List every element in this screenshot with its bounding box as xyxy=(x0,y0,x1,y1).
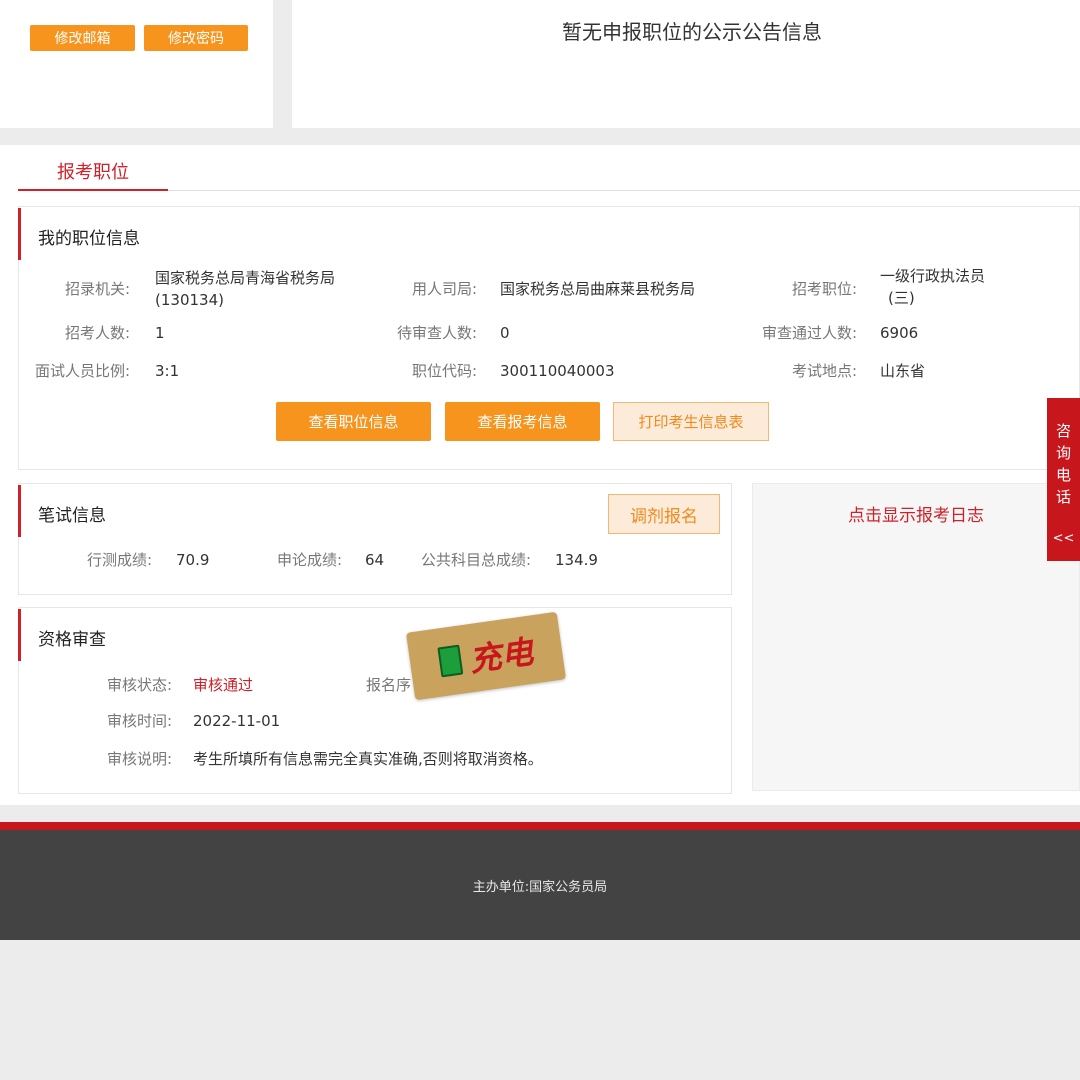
serial-number-label: 报名序 xyxy=(366,676,412,694)
footer-host-text: 主办单位:国家公务员局 xyxy=(472,879,608,895)
dept-label: 用人司局: xyxy=(411,280,477,298)
xingce-score-value: 70.9 xyxy=(176,551,210,569)
passed-count-value: 6906 xyxy=(880,324,919,342)
tab-apply-position[interactable]: 报考职位 xyxy=(18,158,168,184)
agency-code: (130134) xyxy=(155,291,224,309)
show-log-link[interactable]: 点击显示报考日志 xyxy=(752,501,1080,526)
sticker-text: 充电 xyxy=(466,632,536,680)
card-accent-bar xyxy=(18,609,21,661)
card-accent-bar xyxy=(18,485,21,537)
card-accent-bar xyxy=(18,208,21,260)
review-status-label: 审核状态: xyxy=(106,676,172,694)
view-application-button[interactable]: 查看报考信息 xyxy=(445,402,600,441)
side-tab-char: 询 xyxy=(1055,444,1071,462)
position-info-title: 我的职位信息 xyxy=(38,229,140,249)
total-score-label: 公共科目总成绩: xyxy=(420,551,531,569)
consult-phone-tab[interactable]: 咨 询 电 话 << xyxy=(1047,398,1080,561)
post-grade: (三) xyxy=(888,289,915,307)
qualification-review-title: 资格审查 xyxy=(38,630,106,650)
exam-location-value: 山东省 xyxy=(880,362,926,380)
interview-ratio-value: 3:1 xyxy=(155,362,180,380)
view-position-button[interactable]: 查看职位信息 xyxy=(276,402,431,441)
post-value: 一级行政执法员 (三) xyxy=(880,265,1060,309)
account-panel xyxy=(0,0,273,128)
review-time-value: 2022-11-01 xyxy=(193,712,281,730)
position-code-label: 职位代码: xyxy=(411,362,477,380)
change-email-button[interactable]: 修改邮箱 xyxy=(30,25,135,51)
post-name: 一级行政执法员 xyxy=(880,267,986,285)
post-label: 招考职位: xyxy=(791,280,857,298)
side-tab-char: 电 xyxy=(1055,466,1071,484)
passed-count-label: 审查通过人数: xyxy=(761,324,857,342)
review-time-label: 审核时间: xyxy=(106,712,172,730)
pending-count-value: 0 xyxy=(500,324,510,342)
position-code-value: 300110040003 xyxy=(500,362,615,380)
side-tab-char: 话 xyxy=(1055,488,1071,506)
recruit-count-label: 招考人数: xyxy=(64,324,130,342)
notice-text: 暂无申报职位的公示公告信息 xyxy=(562,20,822,44)
pending-count-label: 待审查人数: xyxy=(396,324,477,342)
agency-label: 招录机关: xyxy=(64,280,130,298)
change-password-button[interactable]: 修改密码 xyxy=(144,25,248,51)
total-score-value: 134.9 xyxy=(555,551,598,569)
agency-name: 国家税务总局青海省税务局 xyxy=(155,269,336,287)
review-status-value: 审核通过 xyxy=(193,676,254,694)
xingce-score-label: 行测成绩: xyxy=(86,551,152,569)
print-form-button[interactable]: 打印考生信息表 xyxy=(613,402,769,441)
shenlun-score-label: 申论成绩: xyxy=(276,551,342,569)
interview-ratio-label: 面试人员比例: xyxy=(34,362,130,380)
agency-value: 国家税务总局青海省税务局 (130134) xyxy=(155,267,375,311)
tab-active-underline xyxy=(18,189,168,191)
exam-location-label: 考试地点: xyxy=(791,362,857,380)
review-note-value: 考生所填所有信息需完全真实准确,否则将取消资格。 xyxy=(193,750,543,768)
exam-info-title: 笔试信息 xyxy=(38,506,106,526)
battery-icon xyxy=(437,644,464,678)
adjust-application-button[interactable]: 调剂报名 xyxy=(608,494,720,534)
footer-red-strip xyxy=(0,822,1080,830)
review-note-label: 审核说明: xyxy=(106,750,172,768)
side-tab-char: 咨 xyxy=(1055,422,1071,440)
footer: 主办单位:国家公务员局 xyxy=(0,830,1080,940)
tab-divider xyxy=(18,190,1080,191)
collapse-arrow-icon[interactable]: << xyxy=(1053,528,1075,550)
recruit-count-value: 1 xyxy=(155,324,165,342)
application-log-panel xyxy=(752,483,1080,791)
dept-value: 国家税务总局曲麻莱县税务局 xyxy=(500,280,696,298)
shenlun-score-value: 64 xyxy=(365,551,385,569)
